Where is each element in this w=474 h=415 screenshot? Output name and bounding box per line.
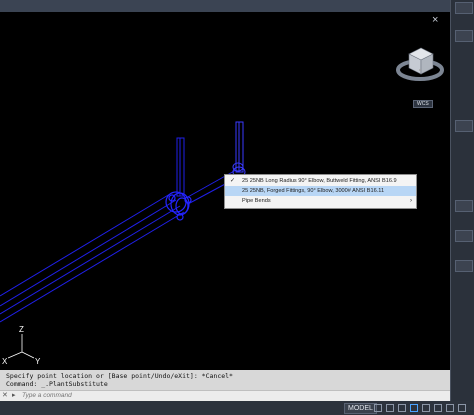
menu-item-pipe-bends[interactable]: Pipe Bends › [225, 196, 416, 206]
prompt-icon[interactable]: ▸ [12, 391, 16, 399]
command-history-line: Specify point location or [Base point/Un… [6, 372, 233, 380]
palette-button[interactable] [455, 120, 473, 132]
settings-icon[interactable] [446, 404, 454, 412]
submenu-arrow-icon: › [410, 198, 412, 204]
view-cube[interactable] [395, 40, 445, 95]
close-icon[interactable]: ✕ [2, 391, 8, 399]
command-line: ✕ ▸ [0, 390, 450, 401]
polar-icon[interactable] [410, 404, 418, 412]
command-history-line: Command: _.PlantSubstitute [6, 380, 108, 388]
snap-icon[interactable] [386, 404, 394, 412]
menu-item-forged-elbow[interactable]: 25 25NB, Forged Fittings, 90° Elbow, 300… [225, 186, 416, 196]
main-pipe [0, 193, 185, 323]
ucs-x-label: X [2, 357, 8, 366]
ucs-z-label: Z [19, 325, 24, 334]
menu-item-label: Pipe Bends [242, 198, 271, 204]
annotation-icon[interactable] [434, 404, 442, 412]
menu-item-label: 25 25NB Long Radius 90° Elbow, Buttweld … [242, 178, 397, 184]
vertical-pipe-2 [232, 121, 246, 178]
substitute-context-menu: ✓ 25 25NB Long Radius 90° Elbow, Buttwel… [224, 174, 417, 209]
palette-button[interactable] [455, 200, 473, 212]
menu-icon[interactable] [458, 404, 466, 412]
wcs-menu[interactable]: WCS [413, 100, 433, 108]
checkmark-icon: ✓ [230, 178, 236, 184]
command-history: Specify point location or [Base point/Un… [0, 370, 450, 390]
viewport-close-icon[interactable]: × [432, 14, 438, 26]
menu-item-label: 25 25NB, Forged Fittings, 90° Elbow, 300… [242, 188, 385, 194]
right-palette [450, 0, 474, 415]
model-tab-button[interactable]: MODEL [344, 403, 377, 414]
palette-button[interactable] [455, 230, 473, 242]
palette-button[interactable] [455, 2, 473, 14]
command-input[interactable] [22, 391, 322, 400]
osnap-icon[interactable] [422, 404, 430, 412]
status-bar: MODEL [0, 401, 474, 415]
ortho-icon[interactable] [398, 404, 406, 412]
vertical-pipe-1 [176, 137, 185, 197]
palette-button[interactable] [455, 30, 473, 42]
menu-item-long-radius-elbow[interactable]: ✓ 25 25NB Long Radius 90° Elbow, Buttwel… [225, 176, 416, 186]
ucs-icon [7, 334, 35, 359]
grid-icon[interactable] [374, 404, 382, 412]
palette-button[interactable] [455, 260, 473, 272]
title-bar [0, 0, 474, 12]
ucs-y-label: Y [35, 357, 41, 366]
